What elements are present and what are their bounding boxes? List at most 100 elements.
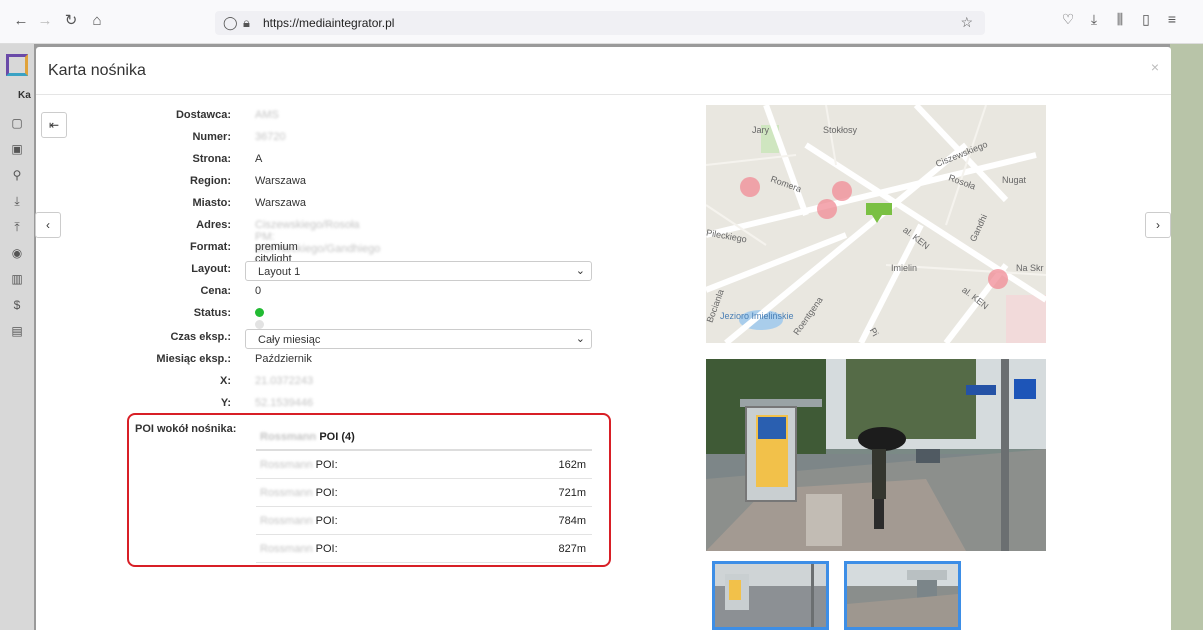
photo-thumbnail-1[interactable] (712, 561, 829, 630)
url-bar[interactable]: ◯ 🔒︎ https://mediaintegrator.pl ☆ (215, 11, 985, 35)
field-label: Strona: (192, 153, 232, 165)
poi-name: Rossmann POI: (260, 543, 338, 555)
close-icon[interactable]: × (1151, 59, 1159, 75)
map-label: Jary (752, 125, 770, 135)
map-label: Jezioro Imielińskie (720, 311, 794, 321)
table-row: Rossmann POI: 162m (256, 451, 592, 479)
poi-label: POI wokół nośnika: (135, 423, 237, 435)
poi-type: POI: (315, 487, 338, 499)
field-label: Miasto: (192, 197, 232, 209)
exposure-select-value: Cały miesiąc (258, 334, 321, 346)
thumbnail-image (715, 564, 826, 627)
app-logo (6, 54, 28, 76)
field-label: Format: (190, 241, 231, 253)
map-roads (706, 105, 1046, 343)
field-value: A (255, 153, 263, 165)
layout-select[interactable]: Layout 1 ⌄ (245, 261, 592, 281)
poi-brand: Rossmann (260, 487, 313, 499)
back-icon[interactable]: ← (10, 10, 32, 32)
poi-distance: 721m (558, 487, 586, 499)
table-row: Rossmann POI: 784m (256, 507, 592, 535)
poi-name: Rossmann POI: (260, 515, 338, 527)
background-map (1170, 44, 1203, 630)
sidebar-icon[interactable]: ▯ (1136, 11, 1156, 28)
field-value: AMS (255, 109, 279, 121)
poi-type: POI: (315, 515, 338, 527)
field-label: Numer: (192, 131, 231, 143)
poi-header-name: Rossmann (260, 431, 317, 443)
document-icon[interactable]: ▤ (9, 324, 25, 338)
map-label: Stokłosy (823, 125, 858, 135)
field-label: Region: (190, 175, 231, 187)
poi-brand: Rossmann (260, 515, 313, 527)
download-icon[interactable]: ⤓ (1084, 11, 1104, 28)
field-value: 52.1539446 (255, 397, 314, 409)
library-icon[interactable]: ⫼ (1110, 11, 1130, 28)
field-label: Cena: (200, 285, 231, 297)
dollar-icon[interactable]: $ (9, 298, 25, 312)
poi-type: POI: (315, 459, 338, 471)
field-value: Październik (255, 353, 312, 365)
poi-section: POI wokół nośnika: Rossmann POI (4) Ross… (127, 413, 611, 567)
exposure-time-select[interactable]: Cały miesiąc ⌄ (245, 329, 592, 349)
home-icon[interactable]: ⌂ (86, 10, 108, 32)
modal-title: Karta nośnika (48, 62, 146, 79)
table-row: Rossmann POI: 721m (256, 479, 592, 507)
field-label: Adres: (196, 219, 231, 231)
download-icon[interactable]: ⤓ (9, 194, 25, 209)
pocket-icon[interactable]: ♡ (1058, 11, 1078, 28)
reload-icon[interactable]: ↻ (60, 10, 82, 32)
layout-select-value: Layout 1 (258, 266, 301, 278)
bus-stop-photo (706, 359, 1046, 551)
next-button[interactable]: › (1145, 212, 1171, 238)
table-row: Rossmann POI: 827m (256, 535, 592, 563)
chevron-down-icon: ⌄ (575, 333, 585, 345)
map-label: Nugat (1002, 175, 1027, 185)
menu-icon[interactable]: ≡ (1162, 11, 1182, 27)
bus-icon[interactable]: ▣ (9, 142, 25, 156)
location-map[interactable]: Jary Stokłosy Ciszewskiego Romera Rosoła… (706, 105, 1046, 343)
url-text[interactable]: https://mediaintegrator.pl (263, 16, 394, 30)
poi-header-text: Rossmann POI (4) (260, 431, 355, 443)
poi-distance: 162m (558, 459, 586, 471)
field-value: 21.0372243 (255, 375, 314, 387)
chevron-right-icon: › (1156, 218, 1160, 232)
field-label: Layout: (191, 263, 231, 275)
shield-icon[interactable]: ◯ (223, 13, 238, 33)
status-dot-active (255, 307, 264, 317)
field-label: Y: (220, 397, 231, 409)
lock-icon[interactable]: 🔒︎ (243, 13, 250, 33)
poi-name: Rossmann POI: (260, 487, 338, 499)
map-label: Na Skr (1016, 263, 1044, 273)
browser-toolbar: ← → ↻ ⌂ ◯ 🔒︎ https://mediaintegrator.pl … (0, 0, 1203, 44)
status-dot-inactive (255, 319, 264, 329)
thumbnail-image (847, 564, 958, 627)
modal-header: Karta nośnika × (36, 47, 1171, 95)
eye-icon[interactable]: ◉ (9, 246, 25, 260)
chart-icon[interactable]: ▥ (9, 272, 25, 286)
map-label: Imielin (891, 263, 918, 273)
field-label: Dostawca: (175, 109, 231, 121)
search-icon[interactable]: ⚲ (9, 168, 25, 182)
chevron-down-icon: ⌄ (575, 265, 585, 277)
poi-type: POI: (315, 543, 338, 555)
star-icon[interactable]: ☆ (960, 14, 973, 31)
field-label: Status: (193, 307, 231, 319)
field-label: Miesiąc eksp.: (156, 353, 231, 365)
upload-icon[interactable]: ⤒ (9, 220, 25, 235)
app-sidebar: ▢ ▣ ⚲ ⤓ ⤒ ◉ ▥ $ ▤ (0, 44, 34, 630)
forward-icon[interactable]: → (34, 10, 56, 32)
field-value: 36720 (255, 131, 286, 143)
poi-brand: Rossmann (260, 543, 313, 555)
poi-name: Rossmann POI: (260, 459, 338, 471)
photo-thumbnail-2[interactable] (844, 561, 961, 630)
app-tab-label: Ka (18, 90, 31, 101)
poi-distance: 784m (558, 515, 586, 527)
media-photo (706, 359, 1046, 551)
poi-table: Rossmann POI (4) Rossmann POI: 162m Ross… (256, 425, 592, 563)
poi-brand: Rossmann (260, 459, 313, 471)
field-label: Czas eksp.: (170, 331, 231, 343)
poi-table-header: Rossmann POI (4) (256, 425, 592, 451)
map-icon[interactable]: ▢ (9, 116, 25, 130)
field-value: Warszawa (255, 197, 306, 209)
